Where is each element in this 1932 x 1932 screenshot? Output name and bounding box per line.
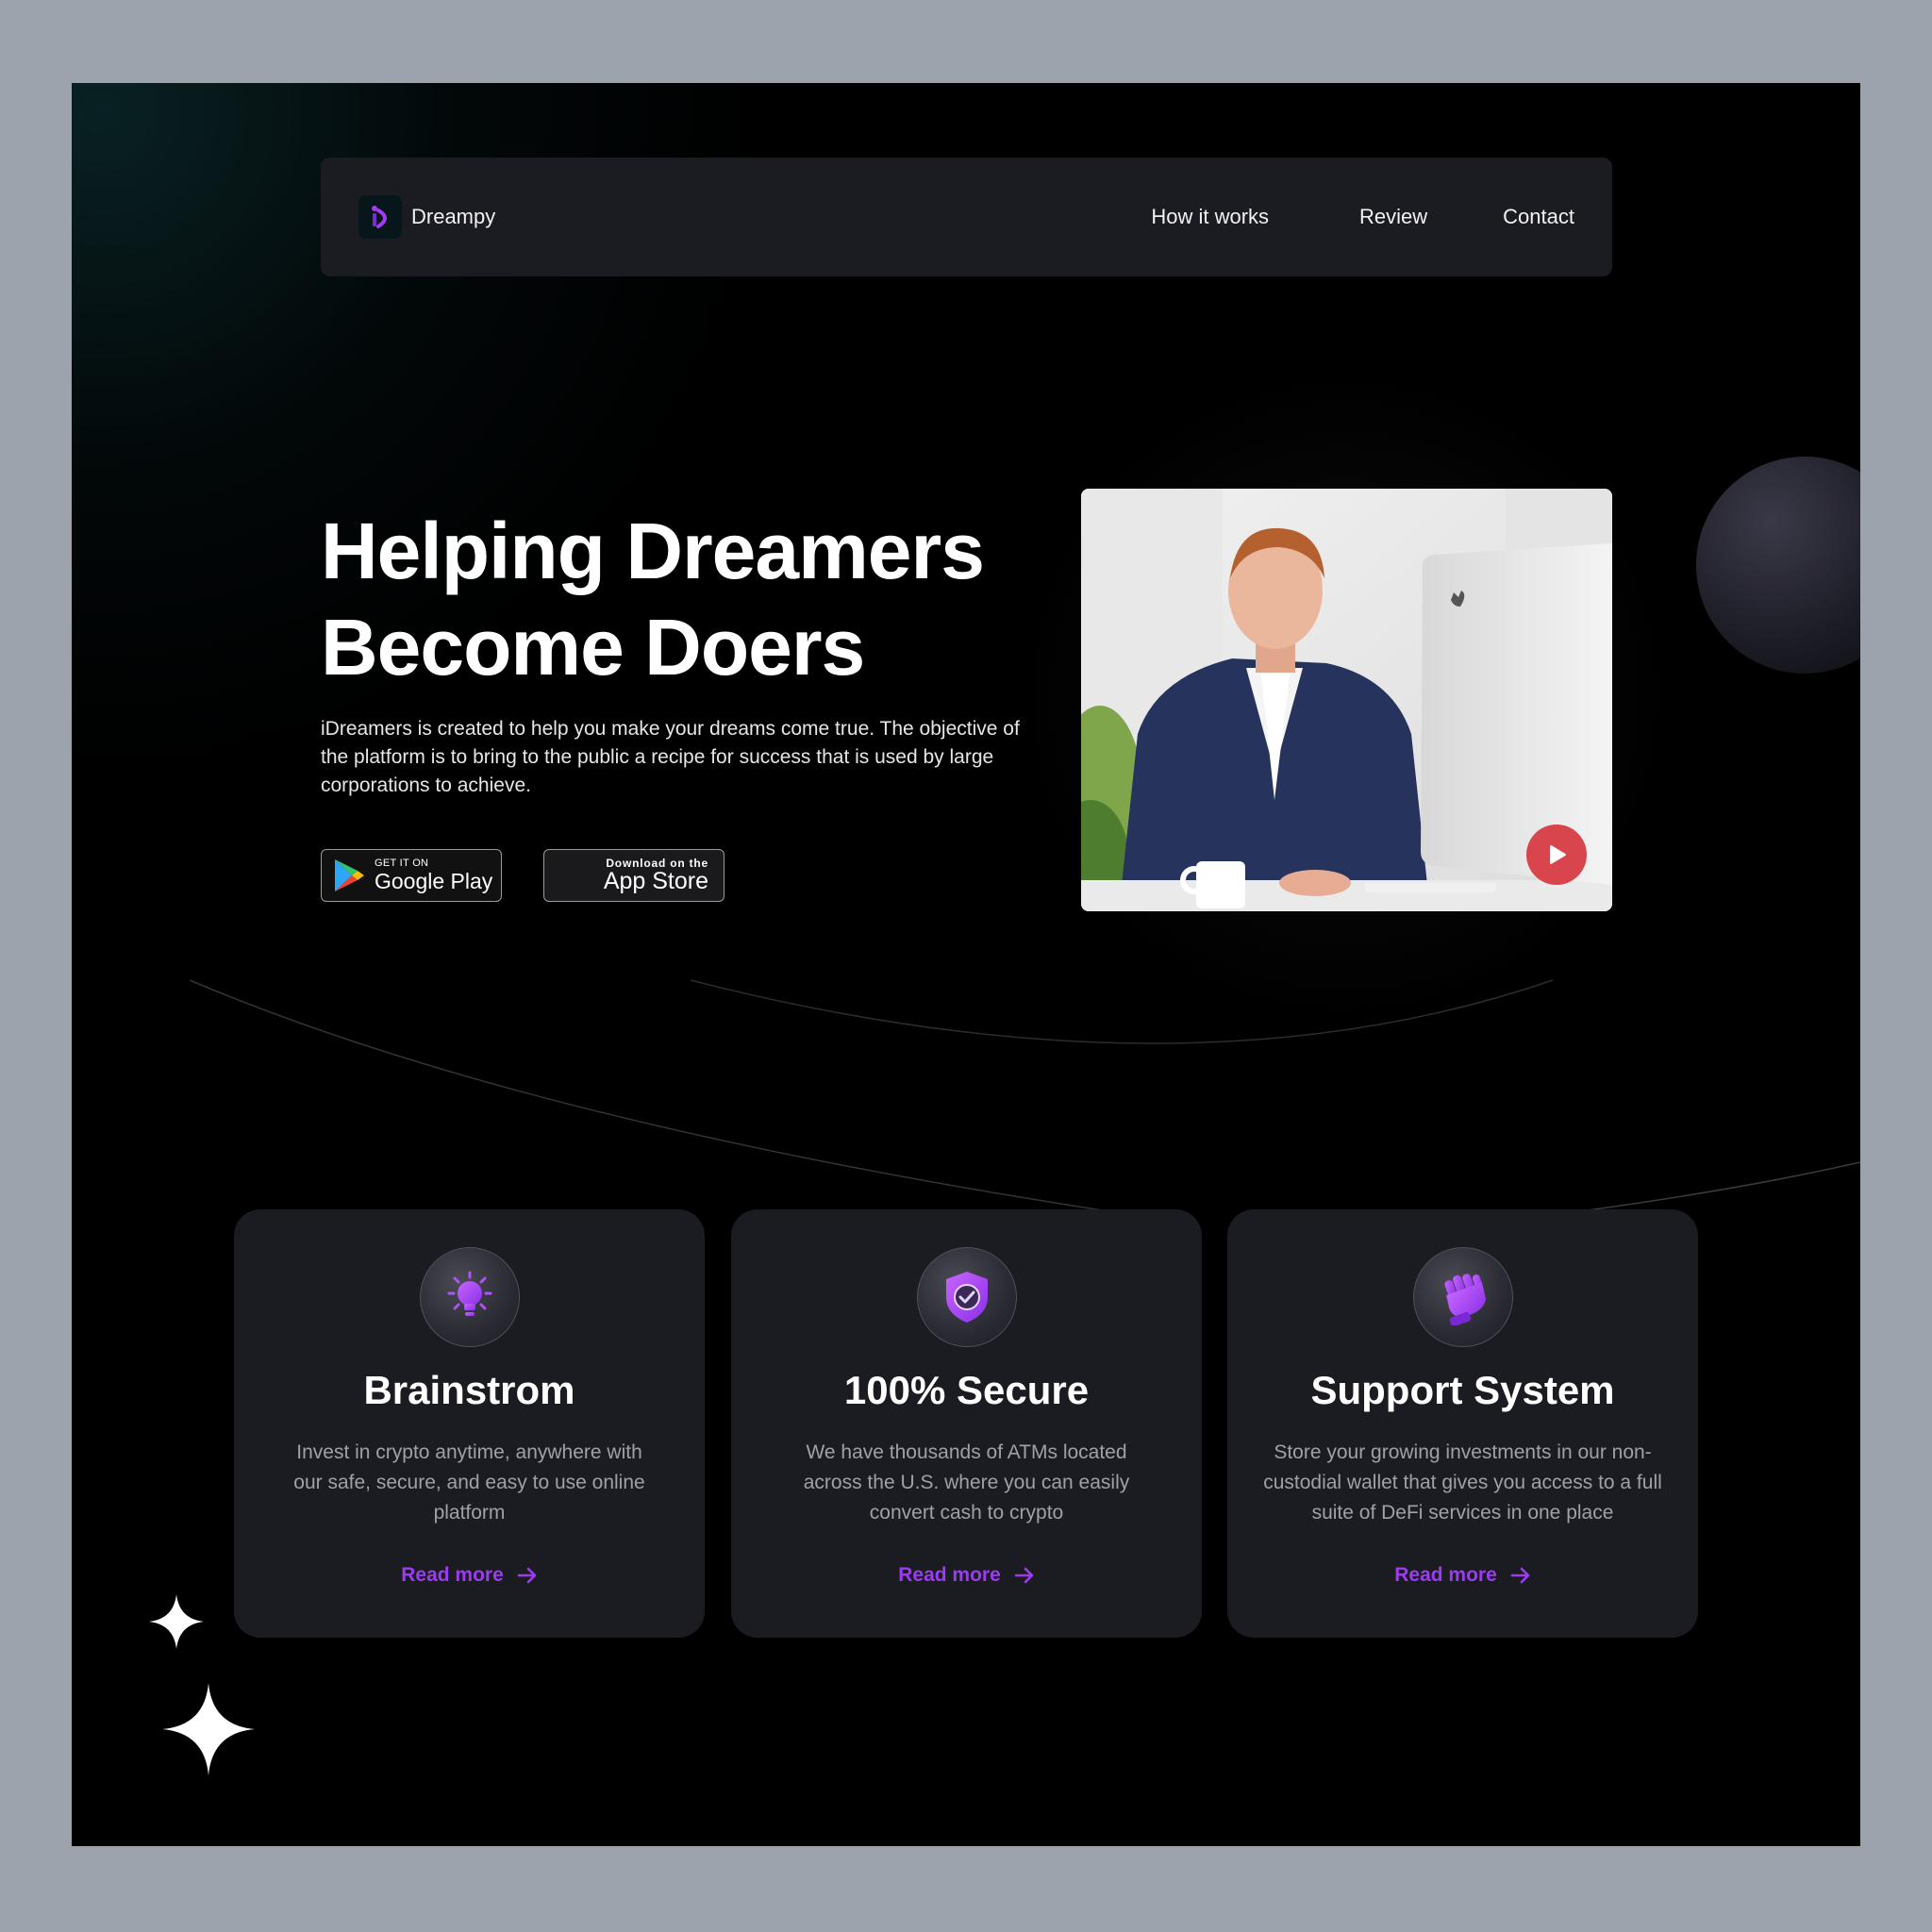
read-more-link[interactable]: Read more: [731, 1564, 1202, 1587]
sparkle-large-icon: [162, 1683, 255, 1775]
feature-card-secure: 100% Secure We have thousands of ATMs lo…: [731, 1209, 1202, 1638]
read-more-label: Read more: [401, 1564, 504, 1586]
landing-page: Dreampy How it works Review Contact Help…: [72, 83, 1860, 1846]
hero-description: iDreamers is created to help you make yo…: [321, 718, 1020, 796]
nav-link-how-it-works[interactable]: How it works: [1151, 205, 1269, 229]
play-button[interactable]: [1526, 824, 1587, 885]
arrow-right-icon: [1510, 1567, 1530, 1584]
app-store-text: Download on the App Store: [604, 858, 708, 893]
read-more-label: Read more: [1394, 1564, 1497, 1586]
hero-title-line-2: Become Doers: [321, 603, 865, 691]
nav-link-contact[interactable]: Contact: [1503, 205, 1574, 229]
google-play-label: Google Play: [375, 869, 493, 893]
lightbulb-icon: [420, 1247, 520, 1347]
nav-links: How it works Review Contact: [1151, 205, 1574, 229]
feature-card-brainstorm: Brainstrom Invest in crypto anytime, any…: [234, 1209, 705, 1638]
feature-description: Invest in crypto anytime, anywhere with …: [293, 1441, 645, 1524]
feature-description: We have thousands of ATMs located across…: [803, 1441, 1130, 1524]
read-more-link[interactable]: Read more: [1227, 1564, 1698, 1587]
feature-title: 100% Secure: [843, 1368, 1090, 1412]
nav-link-review[interactable]: Review: [1359, 205, 1427, 229]
hero-video-thumbnail[interactable]: [1081, 489, 1612, 911]
google-play-icon: [335, 859, 364, 891]
feature-description: Store your growing investments in our no…: [1263, 1441, 1662, 1524]
play-icon: [1550, 845, 1566, 864]
hero-title-line-1: Helping Dreamers: [321, 507, 985, 595]
google-play-button[interactable]: GET IT ON Google Play: [321, 849, 502, 902]
google-play-text: GET IT ON Google Play: [375, 858, 492, 893]
app-store-button[interactable]: Download on the App Store: [543, 849, 724, 902]
top-navbar: Dreampy How it works Review Contact: [321, 158, 1612, 276]
brand-name[interactable]: Dreampy: [411, 205, 495, 229]
fist-icon: [1413, 1247, 1513, 1347]
feature-card-support: Support System Store your growing invest…: [1227, 1209, 1698, 1638]
arrow-right-icon: [1014, 1567, 1034, 1584]
shield-check-icon: [917, 1247, 1017, 1347]
feature-title: Support System: [1310, 1368, 1615, 1412]
logo-icon[interactable]: [358, 195, 402, 239]
hero-title: Helping Dreamers Become Doers: [321, 503, 1094, 695]
read-more-link[interactable]: Read more: [234, 1564, 705, 1587]
sparkle-small-icon: [149, 1594, 204, 1649]
app-store-label: App Store: [603, 868, 708, 894]
read-more-label: Read more: [898, 1564, 1001, 1586]
arrow-right-icon: [517, 1567, 537, 1584]
feature-title: Brainstrom: [363, 1368, 575, 1412]
